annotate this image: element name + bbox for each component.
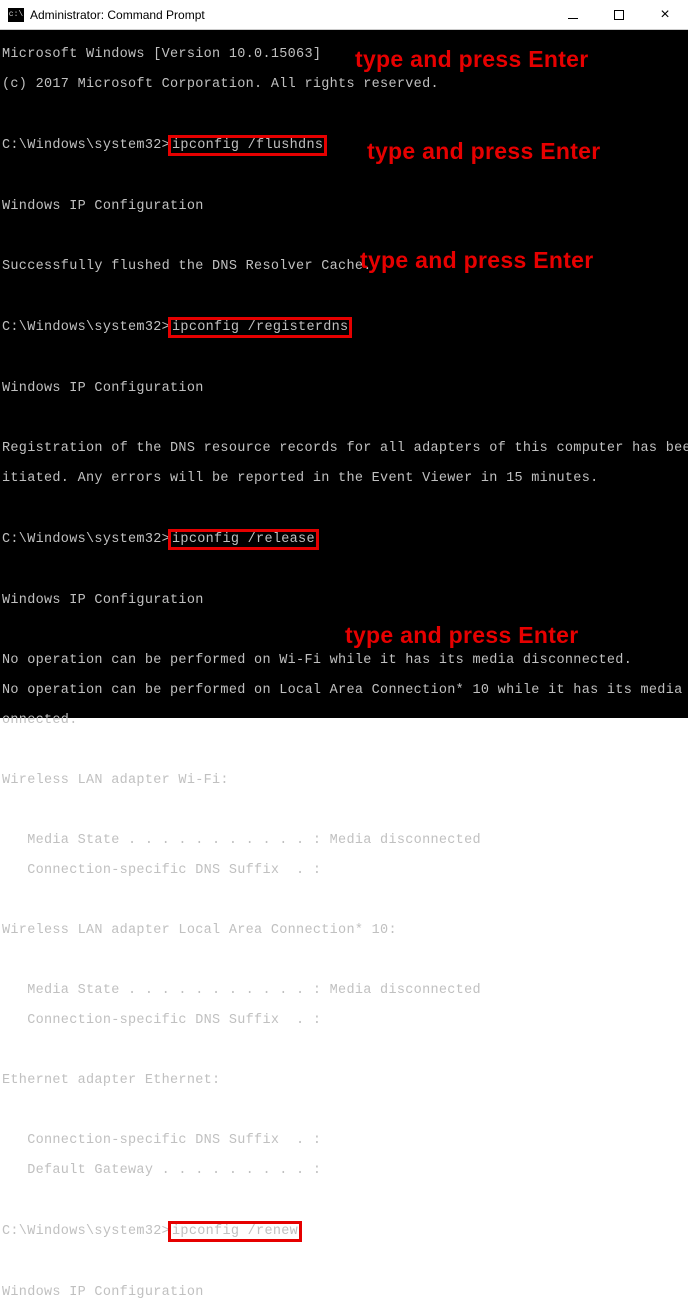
terminal-area[interactable]: Microsoft Windows [Version 10.0.15063] (… (0, 30, 688, 718)
ipconfig-header: Windows IP Configuration (2, 381, 686, 396)
prompt-line-2: C:\Windows\system32>ipconfig /registerdn… (2, 319, 686, 336)
minimize-button[interactable] (550, 0, 596, 29)
annotation-2: type and press Enter (367, 138, 601, 165)
dns-suffix: Connection-specific DNS Suffix . : (2, 1133, 686, 1148)
default-gateway: Default Gateway . . . . . . . . . : (2, 1163, 686, 1178)
adapter-header: Wireless LAN adapter Wi-Fi: (2, 773, 686, 788)
noop-lac: No operation can be performed on Local A… (2, 683, 686, 698)
maximize-button[interactable] (596, 0, 642, 29)
prompt-line-4: C:\Windows\system32>ipconfig /renew (2, 1223, 686, 1240)
media-state: Media State . . . . . . . . . . . : Medi… (2, 983, 686, 998)
titlebar: c:\ Administrator: Command Prompt × (0, 0, 688, 30)
ipconfig-header: Windows IP Configuration (2, 199, 686, 214)
prompt-line-3: C:\Windows\system32>ipconfig /release (2, 531, 686, 548)
noop-wifi: No operation can be performed on Wi-Fi w… (2, 653, 686, 668)
window-title: Administrator: Command Prompt (30, 8, 205, 22)
cmd-renew: ipconfig /renew (170, 1223, 300, 1240)
ipconfig-header: Windows IP Configuration (2, 593, 686, 608)
cmd-release: ipconfig /release (170, 531, 317, 548)
annotation-4: type and press Enter (345, 622, 579, 649)
annotation-1: type and press Enter (355, 46, 589, 73)
annotation-3: type and press Enter (360, 247, 594, 274)
register-output: itiated. Any errors will be reported in … (2, 471, 686, 486)
dns-suffix: Connection-specific DNS Suffix . : (2, 1013, 686, 1028)
close-button[interactable]: × (642, 0, 688, 29)
cmd-registerdns: ipconfig /registerdns (170, 319, 350, 336)
noop-lac: onnected. (2, 713, 686, 728)
adapter-header: Wireless LAN adapter Local Area Connecti… (2, 923, 686, 938)
window-controls: × (550, 0, 688, 29)
cmd-flushdns: ipconfig /flushdns (170, 137, 325, 154)
adapter-header: Ethernet adapter Ethernet: (2, 1073, 686, 1088)
cmd-icon: c:\ (8, 8, 24, 22)
register-output: Registration of the DNS resource records… (2, 441, 686, 456)
copyright-line: (c) 2017 Microsoft Corporation. All righ… (2, 77, 686, 92)
media-state: Media State . . . . . . . . . . . : Medi… (2, 833, 686, 848)
ipconfig-header: Windows IP Configuration (2, 1285, 686, 1300)
dns-suffix: Connection-specific DNS Suffix . : (2, 863, 686, 878)
